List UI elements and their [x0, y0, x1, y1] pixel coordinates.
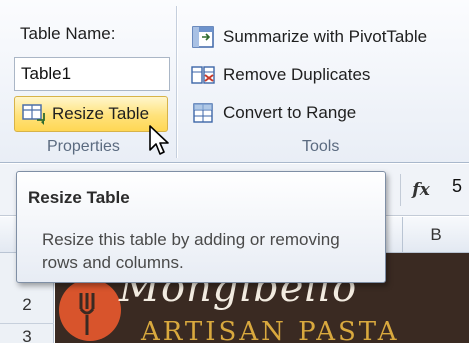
summarize-pivottable-label: Summarize with PivotTable: [223, 27, 428, 46]
convert-to-range-icon: [190, 101, 216, 125]
mouse-cursor-icon: [149, 125, 169, 155]
tooltip-description: Resize this table by adding or removing …: [42, 230, 340, 272]
remove-duplicates-icon: [190, 63, 216, 87]
remove-duplicates-button[interactable]: Remove Duplicates: [190, 60, 370, 90]
table-name-label: Table Name:: [20, 24, 116, 43]
row-header-2[interactable]: 2: [0, 295, 54, 315]
row-header-3[interactable]: 3: [0, 327, 54, 343]
resize-table-icon: [21, 102, 47, 126]
tooltip-title: Resize Table: [28, 188, 130, 207]
resize-table-button[interactable]: Resize Table: [14, 96, 168, 132]
resize-table-tooltip: Resize Table Resize this table by adding…: [16, 171, 386, 283]
formula-bar-value[interactable]: 5: [452, 176, 462, 197]
convert-to-range-label: Convert to Range: [223, 103, 357, 122]
logo-emblem: [59, 279, 121, 341]
properties-group-label: Properties: [47, 138, 120, 155]
resize-table-label: Resize Table: [52, 104, 150, 123]
formula-bar-separator: [400, 174, 401, 206]
insert-function-button[interactable]: fx: [402, 172, 440, 208]
column-header-b[interactable]: B: [402, 217, 469, 253]
convert-to-range-button[interactable]: Convert to Range: [190, 98, 356, 128]
row-divider: [0, 323, 54, 324]
table-name-input[interactable]: Table1: [14, 57, 170, 91]
tools-group-label: Tools: [302, 138, 340, 155]
logo-subtitle: ARTISAN PASTA: [141, 317, 400, 343]
summarize-pivottable-button[interactable]: Summarize with PivotTable: [190, 22, 427, 52]
ribbon: Table Name: Table1 Resize Table Properti…: [0, 0, 469, 163]
pivot-table-icon: [190, 25, 216, 49]
remove-duplicates-label: Remove Duplicates: [223, 65, 371, 84]
group-separator: [176, 6, 177, 158]
